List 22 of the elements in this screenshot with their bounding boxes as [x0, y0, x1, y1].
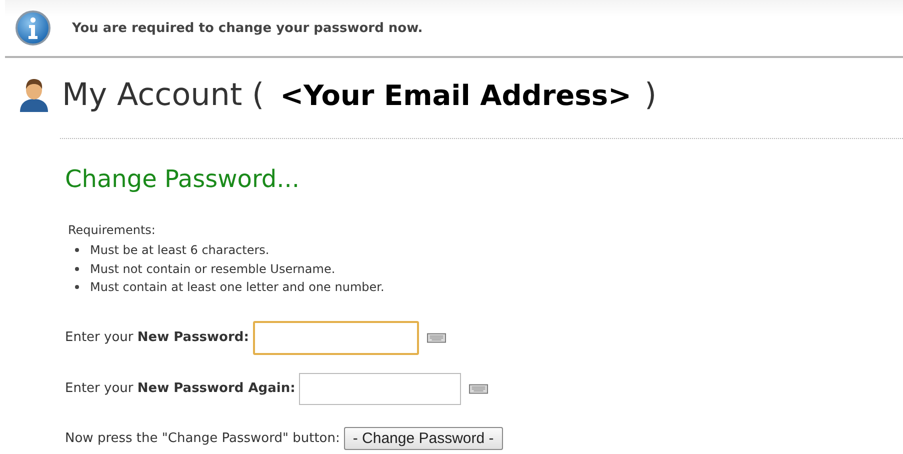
field-label: Enter your New Password Again:: [65, 381, 296, 396]
page-title: My Account (: [62, 77, 264, 113]
notice-message: You are required to change your password now.: [72, 20, 423, 36]
keyboard-icon[interactable]: [469, 384, 488, 394]
requirement-text: Must be at least 6 characters.: [90, 243, 270, 258]
bullet-icon: [75, 266, 79, 271]
email-address: <Your Email Address>: [280, 78, 632, 112]
password-field[interactable]: [252, 320, 419, 354]
requirement-text: Must not contain or resemble Username.: [90, 262, 336, 276]
closing-parenthesis: ): [644, 77, 657, 113]
info-icon: [15, 10, 51, 46]
bullet-icon: [75, 285, 79, 290]
requirement-text: Must contain at least one letter and one number.: [90, 280, 384, 294]
submit-label: Now press the "Change Password" button:: [65, 430, 340, 446]
bullet-icon: [75, 248, 79, 252]
requirements-label: Requirements:: [68, 223, 156, 239]
section-title: Change Password...: [65, 165, 301, 193]
keyboard-icon[interactable]: [426, 332, 446, 342]
user-icon: [18, 78, 50, 112]
change-password-button[interactable]: - Change Password -: [344, 426, 503, 450]
password-field[interactable]: [299, 372, 462, 404]
field-label: Enter your New Password:: [65, 330, 249, 345]
